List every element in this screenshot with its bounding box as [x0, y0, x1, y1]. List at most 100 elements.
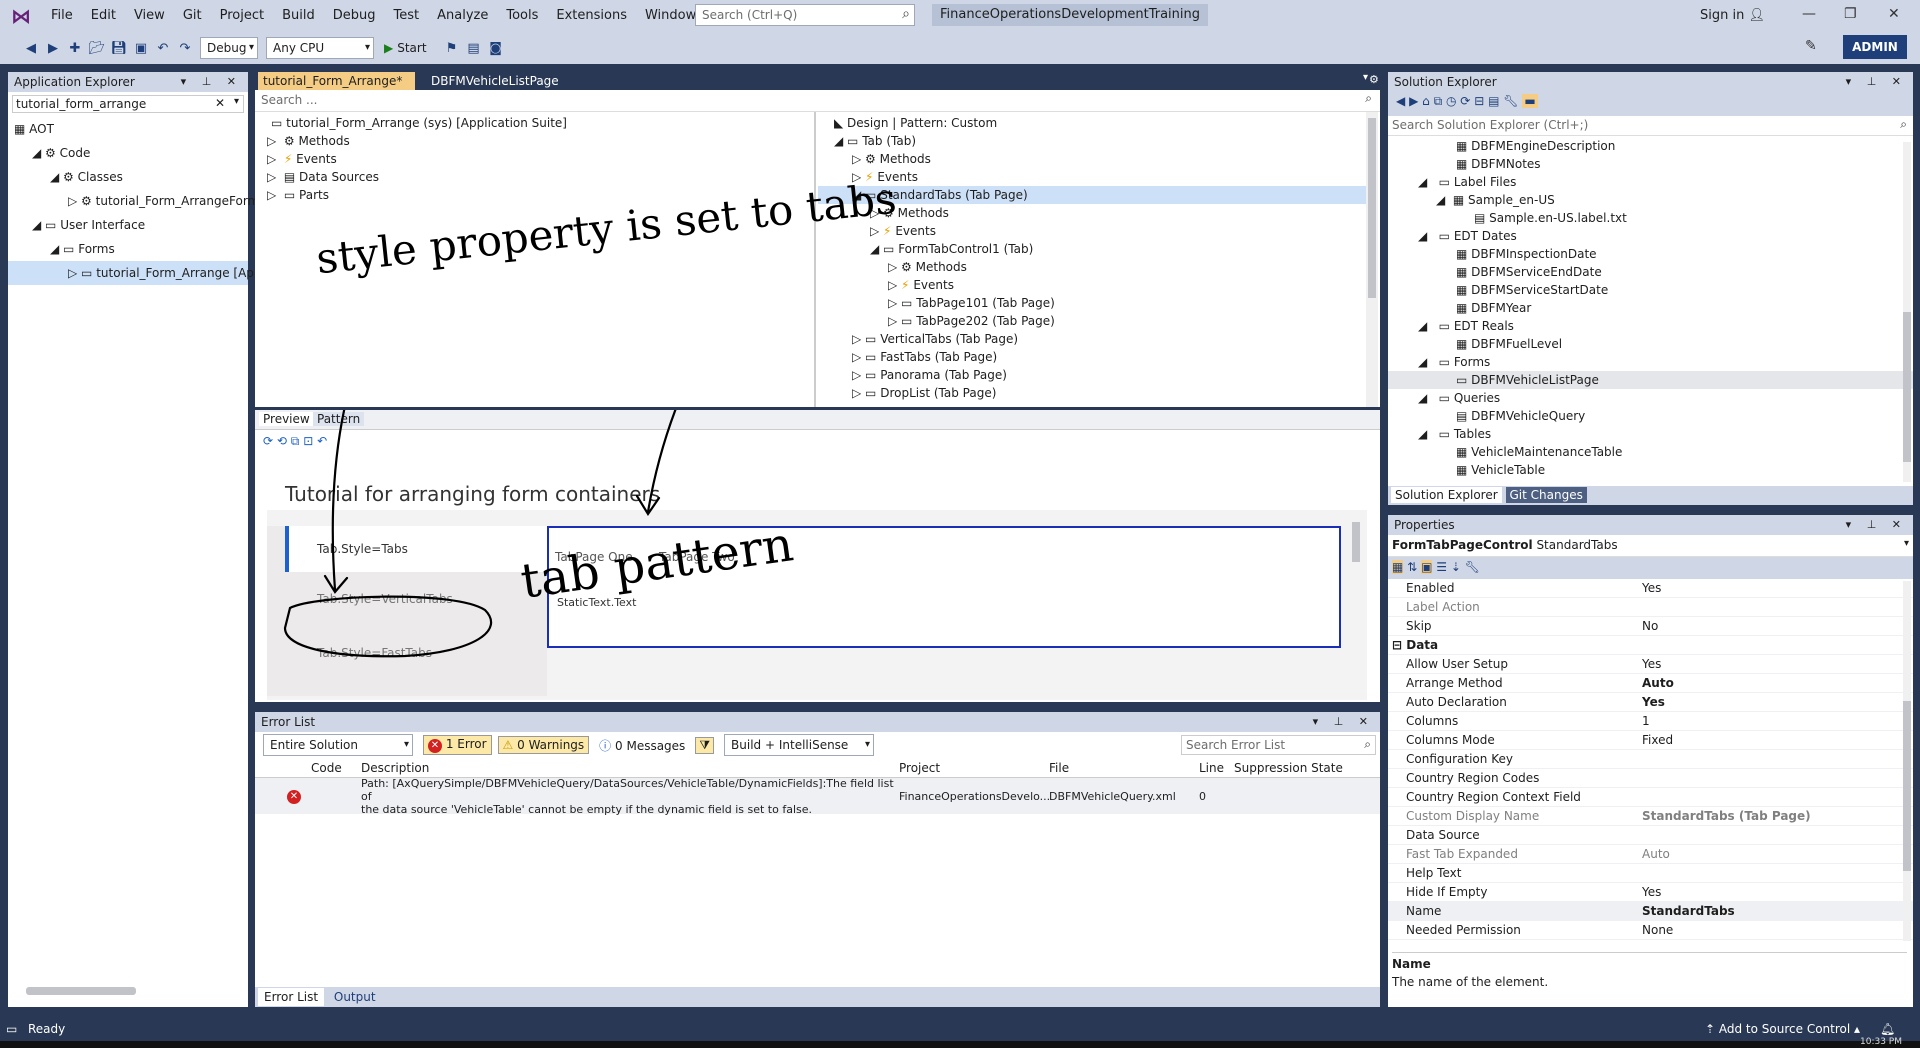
- camera-icon[interactable]: ◙: [485, 41, 507, 56]
- se-item[interactable]: ▦ VehicleTable: [1388, 461, 1913, 479]
- back-icon[interactable]: ◀: [1396, 94, 1405, 108]
- tree-node-classes[interactable]: ◢ ⚙ Classes: [8, 165, 248, 189]
- close-window-icon[interactable]: ✕: [1888, 6, 1900, 22]
- properties-scrollbar[interactable]: [1903, 581, 1911, 941]
- solution-scrollbar[interactable]: [1903, 142, 1911, 482]
- prop-row-custom-display-name[interactable]: Custom Display Name StandardTabs (Tab Pag…: [1388, 807, 1913, 826]
- events-node[interactable]: ▷ ⚡ Events: [255, 150, 814, 168]
- error-search-input[interactable]: Search Error List ⌕: [1181, 735, 1376, 755]
- save-all-icon[interactable]: ▣: [130, 41, 152, 56]
- scrollbar-thumb[interactable]: [1903, 312, 1911, 462]
- tree-node-user-interface[interactable]: ◢ ▭ User Interface: [8, 213, 248, 237]
- properties-object-selector[interactable]: FormTabPageControl StandardTabs ▾: [1388, 535, 1913, 557]
- menu-test[interactable]: Test: [385, 0, 429, 32]
- switch-views-icon[interactable]: ⧉: [1434, 94, 1443, 108]
- se-item[interactable]: ▦ DBFMEngineDescription: [1388, 137, 1913, 155]
- redo-icon[interactable]: ↷: [174, 41, 196, 56]
- prop-row-enabled[interactable]: Enabled Yes: [1388, 579, 1913, 598]
- prop-value[interactable]: Fixed: [1638, 731, 1913, 749]
- restore-icon[interactable]: ❐: [1844, 6, 1857, 22]
- se-item[interactable]: ▦ DBFMServiceEndDate: [1388, 263, 1913, 281]
- prop-value[interactable]: [1638, 788, 1913, 806]
- tabpage202-node[interactable]: ▷ ▭ TabPage202 (Tab Page): [818, 312, 1366, 330]
- solution-search-input[interactable]: Search Solution Explorer (Ctrl+;) ⌕: [1388, 116, 1913, 136]
- tab-error-list[interactable]: Error List: [258, 988, 325, 1006]
- back-icon[interactable]: ◀: [20, 41, 42, 56]
- se-folder[interactable]: ◢ ▭ Queries: [1388, 389, 1913, 407]
- col-suppression[interactable]: Suppression State: [1234, 758, 1364, 777]
- menu-debug[interactable]: Debug: [324, 0, 385, 32]
- start-button[interactable]: Start: [397, 41, 426, 55]
- menu-git[interactable]: Git: [174, 0, 211, 32]
- prop-value[interactable]: No: [1638, 617, 1913, 635]
- prop-value[interactable]: [1638, 750, 1913, 768]
- prop-value[interactable]: [1638, 769, 1913, 787]
- data-sources-node[interactable]: ▷ ▤ Data Sources: [255, 168, 814, 186]
- build-filter-dropdown[interactable]: Build + IntelliSense: [724, 734, 875, 756]
- prop-row-country-region-codes[interactable]: Country Region Codes: [1388, 769, 1913, 788]
- warnings-filter-button[interactable]: ⚠ 0 Warnings: [497, 736, 590, 754]
- prop-value[interactable]: Yes: [1638, 883, 1913, 901]
- menu-analyze[interactable]: Analyze: [428, 0, 497, 32]
- prop-row-allow-user-setup[interactable]: Allow User Setup Yes: [1388, 655, 1913, 674]
- menu-build[interactable]: Build: [273, 0, 324, 32]
- save-icon[interactable]: 💾︎: [108, 41, 130, 56]
- open-folder-icon[interactable]: 📂︎: [86, 41, 108, 56]
- new-project-icon[interactable]: ✚: [64, 41, 86, 56]
- prop-row-country-region-context[interactable]: Country Region Context Field: [1388, 788, 1913, 807]
- prop-row-fast-tab-expanded[interactable]: Fast Tab Expanded Auto: [1388, 845, 1913, 864]
- start-play-icon[interactable]: ▶: [384, 41, 393, 55]
- sync-icon[interactable]: ⟳: [1460, 94, 1470, 108]
- undo-icon[interactable]: ↶: [152, 41, 174, 56]
- panel-pin-close-icons[interactable]: ▾ ⊥ ✕: [1846, 72, 1907, 92]
- prop-row-name[interactable]: Name StandardTabs: [1388, 902, 1913, 921]
- se-item[interactable]: ▦ DBFMServiceStartDate: [1388, 281, 1913, 299]
- history-icon[interactable]: ◷: [1446, 94, 1456, 108]
- tree-node-form-item[interactable]: ▷ ▭ tutorial_Form_Arrange [Ap: [8, 261, 254, 285]
- se-item[interactable]: ▤ DBFMVehicleQuery: [1388, 407, 1913, 425]
- prop-row-auto-declaration[interactable]: Auto Declaration Yes: [1388, 693, 1913, 712]
- prop-row-configuration-key[interactable]: Configuration Key: [1388, 750, 1913, 769]
- prop-row-label-action[interactable]: Label Action: [1388, 598, 1913, 617]
- designer-scrollbar[interactable]: [1366, 112, 1378, 407]
- standard-tabs-node[interactable]: ◢ ▭ StandardTabs (Tab Page): [818, 186, 1366, 204]
- horizontal-scrollbar[interactable]: [26, 987, 136, 995]
- prop-value[interactable]: [1638, 864, 1913, 882]
- prop-value[interactable]: StandardTabs (Tab Page): [1638, 807, 1913, 825]
- tree-node-forms[interactable]: ◢ ▭ Forms: [8, 237, 248, 261]
- prop-row-needed-permission[interactable]: Needed Permission None: [1388, 921, 1913, 940]
- se-folder[interactable]: ◢ ▭ Forms: [1388, 353, 1913, 371]
- home-icon[interactable]: ⌂: [1422, 94, 1430, 108]
- menu-view[interactable]: View: [125, 0, 174, 32]
- prop-value[interactable]: Auto: [1638, 845, 1913, 863]
- vertical-tabs-node[interactable]: ▷ ▭ VerticalTabs (Tab Page): [818, 330, 1366, 348]
- prop-value[interactable]: 1: [1638, 712, 1913, 730]
- se-item[interactable]: ▤ Sample.en-US.label.txt: [1388, 209, 1913, 227]
- droplist-node[interactable]: ▷ ▭ DropList (Tab Page): [818, 384, 1366, 402]
- panorama-node[interactable]: ▷ ▭ Panorama (Tab Page): [818, 366, 1366, 384]
- error-row[interactable]: ✕ Path: [AxQuerySimple/DBFMVehicleQuery/…: [255, 777, 1380, 816]
- col-file[interactable]: File: [1049, 758, 1199, 777]
- forward-icon[interactable]: ▶: [1409, 94, 1418, 108]
- prop-value[interactable]: [1638, 598, 1913, 616]
- se-folder[interactable]: ◢ ▭ EDT Dates: [1388, 227, 1913, 245]
- form-tab-control-node[interactable]: ◢ ▭ FormTabControl1 (Tab): [818, 240, 1366, 258]
- se-item[interactable]: ▦ DBFMFuelLevel: [1388, 335, 1913, 353]
- admin-badge[interactable]: ADMIN: [1843, 35, 1907, 59]
- ftc-methods-node[interactable]: ▷ ⚙ Methods: [818, 258, 1366, 276]
- preview-selected-icon[interactable]: ▬: [1522, 94, 1538, 108]
- prop-value[interactable]: None: [1638, 921, 1913, 939]
- prop-row-data-source[interactable]: Data Source: [1388, 826, 1913, 845]
- se-item[interactable]: ▦ DBFMNotes: [1388, 155, 1913, 173]
- tab-dbfm-vehicle-list-page[interactable]: DBFMVehicleListPage: [426, 72, 564, 90]
- tree-node-class-item[interactable]: ▷ ⚙ tutorial_Form_ArrangeForm...: [8, 189, 271, 213]
- col-description[interactable]: Description: [361, 758, 899, 777]
- settings-gear-icon[interactable]: ⚙: [1369, 73, 1379, 86]
- properties-icon[interactable]: ▣: [1421, 560, 1433, 574]
- events-list-icon[interactable]: ☰: [1436, 560, 1447, 574]
- global-search-input[interactable]: Search (Ctrl+Q) ⌕: [695, 4, 915, 26]
- prop-value[interactable]: StandardTabs: [1638, 902, 1913, 920]
- form-root-node[interactable]: ▭ tutorial_Form_Arrange (sys) [Applicati…: [255, 114, 814, 132]
- ftc-events-node[interactable]: ▷ ⚡ Events: [818, 276, 1366, 294]
- tab-git-changes[interactable]: Git Changes: [1505, 487, 1587, 503]
